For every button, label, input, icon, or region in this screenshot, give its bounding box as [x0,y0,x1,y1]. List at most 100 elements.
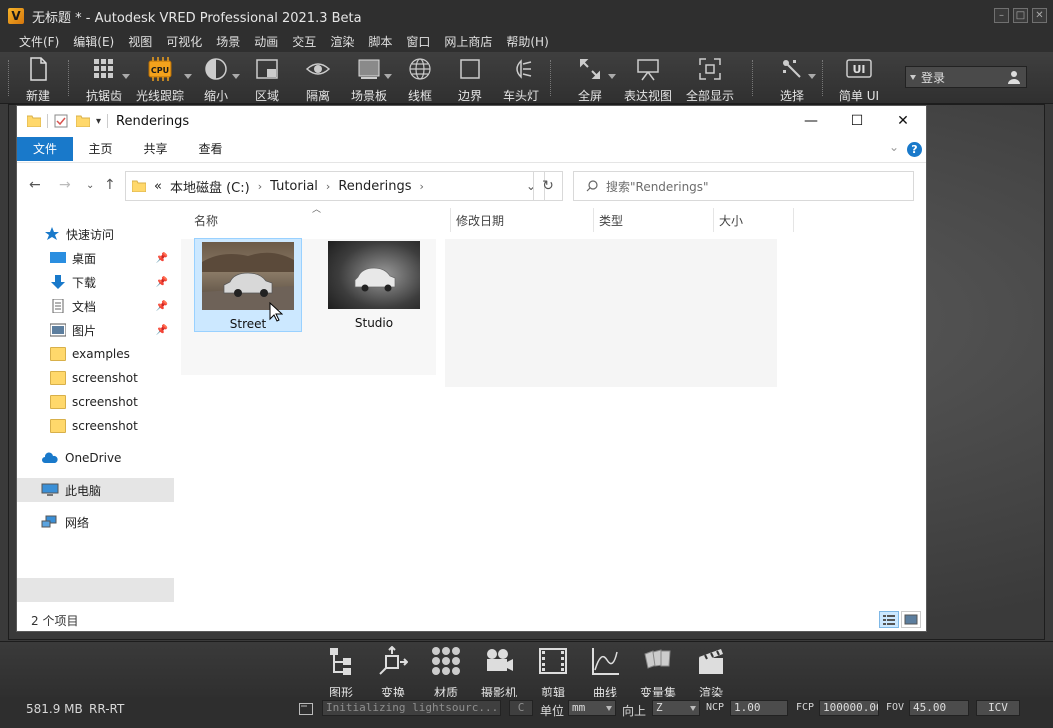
breadcrumb-chevron-icon[interactable]: › [419,180,423,193]
pin-icon[interactable]: 📌 [156,277,168,288]
module-graph-button[interactable]: 图形 [316,646,366,701]
column-divider[interactable] [713,208,714,232]
ncp-input[interactable]: 1.00 [730,700,788,716]
fullscreen-dropdown-arrow[interactable] [608,74,616,79]
back-arrow-icon[interactable]: ← [29,177,41,193]
new-folder-icon[interactable] [76,115,90,127]
column-divider[interactable] [793,208,794,232]
antialiasing-dropdown-arrow[interactable] [122,74,130,79]
sidebar-item-desktop[interactable]: 桌面 📌 [17,246,174,270]
breadcrumb-chevron-icon[interactable]: › [258,180,262,193]
region-button[interactable]: 区域 [241,54,293,103]
breadcrumb-tutorial[interactable]: Tutorial [270,179,318,194]
sidebar-item-screenshot[interactable]: screenshot [17,366,174,390]
isolate-button[interactable]: 隔离 [292,54,344,103]
headlight-button[interactable]: 车头灯 [495,54,547,103]
module-transform-button[interactable]: 变换 [368,646,418,701]
unit-select[interactable]: mm [568,700,616,716]
pin-icon[interactable]: 📌 [156,253,168,264]
search-box[interactable]: 搜索"Renderings" [573,171,914,201]
pin-icon[interactable]: 📌 [156,325,168,336]
sidebar-item-pictures[interactable]: 图片 📌 [17,318,174,342]
login-dropdown[interactable]: 登录 [905,66,1027,88]
column-header-name[interactable]: 名称 [194,212,218,229]
sidebar-item-onedrive[interactable]: OneDrive [17,446,174,470]
breadcrumb-renderings[interactable]: Renderings [338,179,411,194]
help-icon[interactable]: ? [907,142,922,157]
explorer-close-button[interactable]: ✕ [880,106,926,136]
app-minimize-button[interactable]: – [994,8,1009,23]
module-clips-button[interactable]: 剪辑 [528,646,578,701]
c-button[interactable]: C [509,700,533,716]
scene-plate-dropdown-arrow[interactable] [384,74,392,79]
menu-script[interactable]: 脚本 [361,32,399,52]
recent-locations-chevron-icon[interactable]: ⌄ [86,180,94,191]
module-camera-button[interactable]: 摄影机 [474,646,524,701]
wireframe-button[interactable]: 线框 [394,54,446,103]
menu-animation[interactable]: 动画 [247,32,285,52]
address-bar[interactable]: « 本地磁盘 (C:) › Tutorial › Renderings › ⌄ [125,171,545,201]
column-header-size[interactable]: 大小 [719,212,743,229]
zoom-out-dropdown-arrow[interactable] [232,74,240,79]
up-axis-select[interactable]: Z [652,700,700,716]
show-all-button[interactable]: 全部显示 [684,54,736,103]
fov-input[interactable]: 45.00 [909,700,969,716]
module-render-button[interactable]: 渲染 [686,646,736,701]
simple-ui-button[interactable]: UI 简单 UI [833,54,885,103]
sidebar-item-screenshot[interactable]: screenshot [17,390,174,414]
sidebar-item-screenshot[interactable]: screenshot [17,414,174,438]
new-button[interactable]: 新建 [12,54,64,103]
tab-view[interactable]: 查看 [183,137,238,161]
explorer-maximize-button[interactable]: ☐ [834,106,880,136]
terminal-icon[interactable] [299,703,313,715]
menu-help[interactable]: 帮助(H) [499,32,555,52]
column-divider[interactable] [450,208,451,232]
module-materials-button[interactable]: 材质 [421,646,471,701]
up-arrow-icon[interactable]: ↑ [104,177,116,193]
tab-file[interactable]: 文件 [17,137,73,161]
menu-online-store[interactable]: 网上商店 [437,32,499,52]
quick-access-toolbar-dropdown-icon[interactable]: ▾ [96,116,101,127]
tab-home[interactable]: 主页 [73,137,128,161]
breadcrumb-chevron-icon[interactable]: › [326,180,330,193]
toolbar-grip[interactable] [68,60,72,96]
sidebar-item-quick-access[interactable]: 快速访问 [17,222,174,246]
properties-check-icon[interactable] [54,114,68,128]
presentation-view-button[interactable]: 表达视图 [622,54,674,103]
ribbon-expand-chevron-icon[interactable]: ⌄ [889,140,899,154]
menu-window[interactable]: 窗口 [399,32,437,52]
menu-scene[interactable]: 场景 [209,32,247,52]
file-list-pane[interactable]: ︿ 名称 修改日期 类型 大小 Street Studio [178,205,926,606]
menu-interaction[interactable]: 交互 [285,32,323,52]
raytracing-button[interactable]: CPU 光线跟踪 [134,54,186,103]
module-variant-sets-button[interactable]: 变量集 [633,646,683,701]
menu-edit[interactable]: 编辑(E) [66,32,121,52]
menu-view[interactable]: 视图 [121,32,159,52]
breadcrumb-local-disk[interactable]: 本地磁盘 (C:) [170,177,250,196]
sidebar-item-network[interactable]: 网络 [17,510,174,534]
sidebar-item-documents[interactable]: 文档 📌 [17,294,174,318]
toolbar-grip[interactable] [752,60,756,96]
fcp-input[interactable]: 100000.00 [819,700,879,716]
select-dropdown-arrow[interactable] [808,74,816,79]
sidebar-item-this-pc[interactable]: 此电脑 [17,478,174,502]
file-item-studio[interactable]: Studio [320,238,428,332]
sidebar-item-downloads[interactable]: 下载 📌 [17,270,174,294]
forward-arrow-icon[interactable]: → [59,177,71,193]
explorer-minimize-button[interactable]: — [788,106,834,136]
icv-button[interactable]: ICV [976,700,1020,716]
boundary-button[interactable]: 边界 [444,54,496,103]
refresh-button[interactable]: ↻ [533,171,563,201]
tab-share[interactable]: 共享 [128,137,183,161]
pin-icon[interactable]: 📌 [156,301,168,312]
toolbar-grip[interactable] [550,60,554,96]
file-item-street[interactable]: Street [194,238,302,332]
app-maximize-button[interactable]: □ [1013,8,1028,23]
column-header-type[interactable]: 类型 [599,212,623,229]
menu-visualization[interactable]: 可视化 [159,32,209,52]
menu-render[interactable]: 渲染 [323,32,361,52]
menu-file[interactable]: 文件(F) [12,32,66,52]
large-icons-view-button[interactable] [901,611,921,628]
breadcrumb-overflow[interactable]: « [154,179,162,194]
toolbar-grip[interactable] [822,60,826,96]
